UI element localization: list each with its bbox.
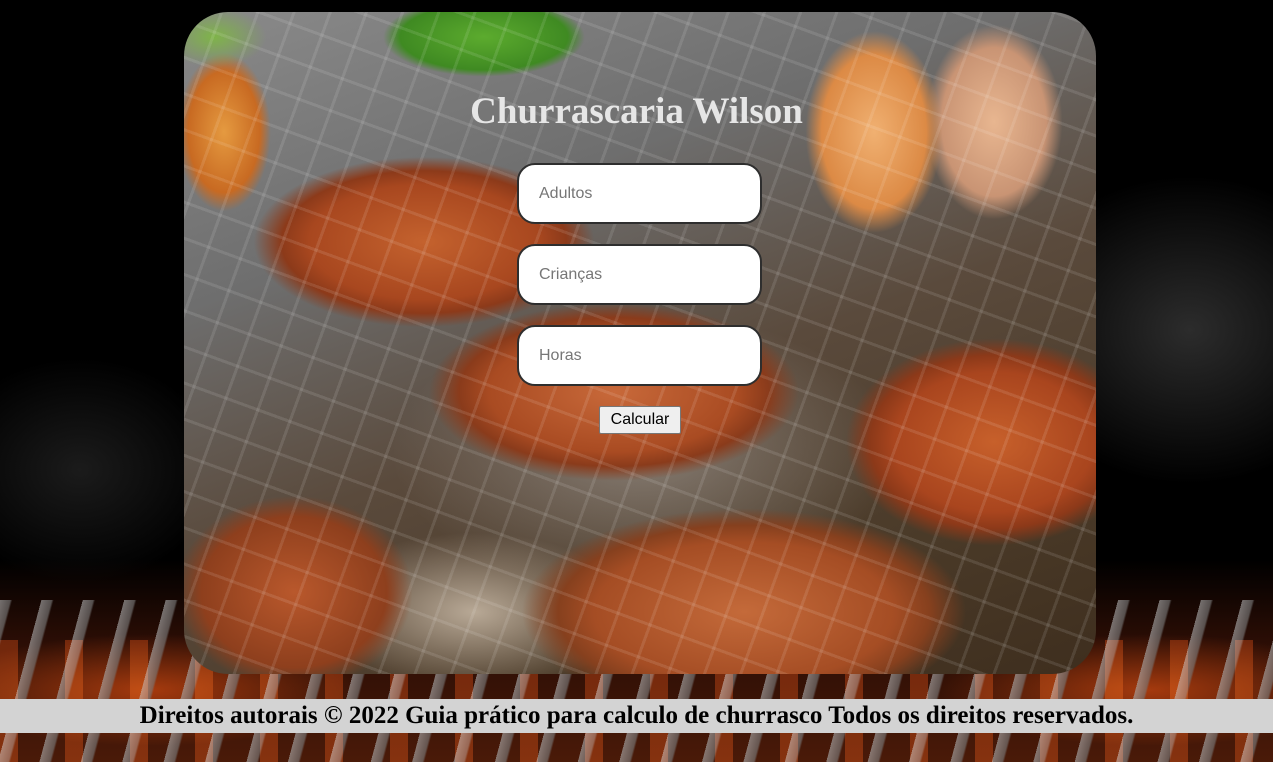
adults-input[interactable] [517,163,762,224]
page-title: Churrascaria Wilson [470,91,803,132]
footer-copyright: Direitos autorais © 2022 Guia prático pa… [0,699,1273,733]
calculate-button[interactable]: Calcular [599,406,681,434]
hours-input[interactable] [517,325,762,386]
children-input[interactable] [517,244,762,305]
